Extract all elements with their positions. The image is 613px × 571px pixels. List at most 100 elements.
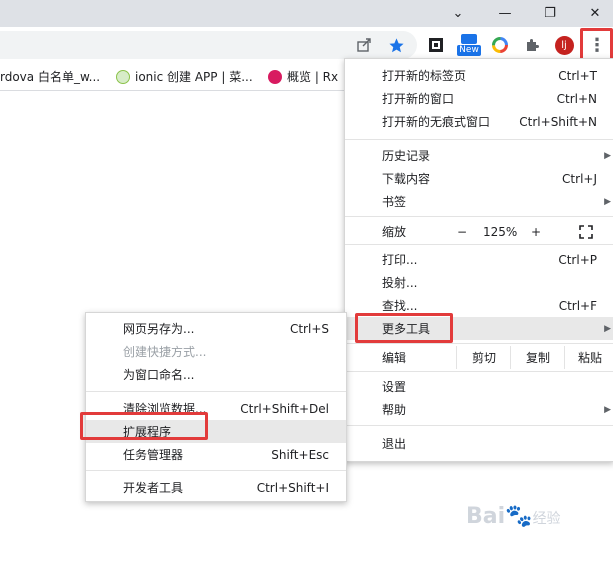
window-icon [461, 34, 477, 44]
ionic-icon [116, 69, 130, 84]
shortcut-text: Ctrl+Shift+I [256, 480, 329, 495]
rxjs-icon [268, 69, 282, 84]
submenu-arrow-icon: ▶ [604, 404, 611, 415]
bookmark-label: ionic 创建 APP | 菜... [135, 70, 253, 84]
menu-item-label: 打印... [382, 253, 418, 267]
minimize-icon: — [498, 6, 512, 21]
menu-item-new-tab[interactable]: 打开新的标签页 Ctrl+T [345, 64, 613, 87]
menu-item-label: 书签 [382, 195, 407, 209]
menu-item-bookmarks[interactable]: 书签 ▶ [345, 190, 613, 213]
menu-separator [345, 371, 613, 372]
menu-item-exit[interactable]: 退出 [345, 432, 613, 455]
menu-item-label: 开发者工具 [123, 481, 184, 495]
chevron-down-icon: ⌄ [452, 6, 464, 21]
menu-separator [86, 391, 346, 392]
menu-separator [345, 343, 613, 344]
submenu-item-save-page[interactable]: 网页另存为... Ctrl+S [86, 317, 346, 340]
watermark-text: Bai [466, 504, 506, 529]
copy-button[interactable]: 复制 [510, 346, 565, 369]
menu-separator [86, 470, 346, 471]
menu-separator [345, 244, 613, 245]
extensions-puzzle-icon[interactable] [522, 35, 542, 55]
menu-item-settings[interactable]: 设置 [345, 375, 613, 398]
menu-item-label: 下载内容 [382, 172, 431, 186]
shortcut-text: Ctrl+Shift+Del [240, 401, 329, 416]
bookmark-item[interactable]: ionic 创建 APP | 菜... [116, 68, 253, 85]
submenu-arrow-icon: ▶ [604, 196, 611, 207]
paw-icon: 🐾 [505, 504, 533, 529]
menu-item-label: 查找... [382, 299, 418, 313]
extension-new-icon[interactable]: New [456, 31, 482, 59]
menu-item-label: 编辑 [382, 351, 407, 365]
highlight-extensions [80, 412, 208, 440]
restore-icon: ❐ [544, 6, 556, 21]
menu-item-label: 打开新的窗口 [382, 92, 455, 106]
menu-item-label: 网页另存为... [123, 322, 195, 336]
paste-button[interactable]: 粘贴 [564, 346, 613, 369]
title-bar: ⌄ — ❐ ✕ [0, 0, 613, 27]
close-icon: ✕ [589, 6, 601, 21]
menu-separator [345, 425, 613, 426]
menu-item-label: 创建快捷方式... [123, 345, 207, 359]
submenu-item-dev-tools[interactable]: 开发者工具 Ctrl+Shift+I [86, 476, 346, 499]
shortcut-text: Ctrl+P [558, 252, 597, 267]
menu-item-edit: 编辑 剪切 复制 粘贴 [345, 346, 613, 369]
shortcut-text: Shift+Esc [271, 447, 329, 462]
menu-item-label: 退出 [382, 437, 407, 451]
menu-item-print[interactable]: 打印... Ctrl+P [345, 248, 613, 271]
menu-item-label: 任务管理器 [123, 448, 184, 462]
shortcut-text: Ctrl+J [562, 171, 597, 186]
star-icon[interactable] [386, 35, 406, 55]
tab-search-button[interactable]: ⌄ [438, 0, 478, 27]
bookmark-label: rdova 白名单_w... [0, 70, 101, 84]
menu-item-label: 设置 [382, 380, 407, 394]
menu-item-label: 帮助 [382, 403, 407, 417]
menu-item-incognito[interactable]: 打开新的无痕式窗口 Ctrl+Shift+N [345, 110, 613, 133]
avatar: lj [554, 35, 574, 55]
share-icon[interactable] [354, 35, 374, 55]
address-bar[interactable] [0, 31, 417, 59]
shortcut-text: Ctrl+F [558, 298, 597, 313]
extension-color-ring-icon[interactable] [490, 35, 510, 55]
chrome-main-menu: 打开新的标签页 Ctrl+T 打开新的窗口 Ctrl+N 打开新的无痕式窗口 Ctrl… [344, 58, 613, 462]
submenu-item-create-shortcut: 创建快捷方式... [86, 340, 346, 363]
submenu-arrow-icon: ▶ [604, 323, 611, 334]
submenu-arrow-icon: ▶ [604, 150, 611, 161]
highlight-more-tools [355, 313, 453, 343]
zoom-out-button[interactable]: − [457, 225, 467, 239]
new-badge: New [457, 45, 481, 56]
bookmark-item[interactable]: rdova 白名单_w... [0, 68, 100, 85]
shortcut-text: Ctrl+S [289, 321, 329, 336]
menu-item-history[interactable]: 历史记录 ▶ [345, 144, 613, 167]
more-tools-submenu: 网页另存为... Ctrl+S 创建快捷方式... 为窗口命名... 清除浏览数据… [85, 312, 347, 502]
watermark-suffix: 经验 [532, 511, 561, 527]
extension-qr-icon[interactable] [426, 35, 446, 55]
shortcut-text: Ctrl+Shift+N [519, 114, 597, 129]
minimize-button[interactable]: — [485, 0, 525, 27]
menu-item-downloads[interactable]: 下载内容 Ctrl+J [345, 167, 613, 190]
restore-button[interactable]: ❐ [530, 0, 570, 27]
baidu-watermark: Bai🐾经验 [466, 504, 561, 529]
menu-item-label: 缩放 [382, 225, 407, 239]
submenu-item-task-manager[interactable]: 任务管理器 Shift+Esc [86, 443, 346, 466]
menu-item-label: 投射... [382, 276, 418, 290]
menu-separator [345, 139, 613, 140]
menu-item-cast[interactable]: 投射... [345, 271, 613, 294]
menu-item-label: 历史记录 [382, 149, 431, 163]
toolbar: New lj ⋮ [0, 27, 613, 62]
menu-item-help[interactable]: 帮助 ▶ [345, 398, 613, 421]
bookmark-item[interactable]: 概览 | Rx [268, 68, 338, 85]
zoom-in-button[interactable]: + [531, 225, 541, 239]
shortcut-text: Ctrl+N [556, 91, 597, 106]
menu-item-zoom: 缩放 − 125% + [345, 219, 613, 244]
submenu-item-name-window[interactable]: 为窗口命名... [86, 363, 346, 386]
cut-button[interactable]: 剪切 [456, 346, 511, 369]
menu-item-label: 打开新的无痕式窗口 [382, 115, 491, 129]
menu-item-new-window[interactable]: 打开新的窗口 Ctrl+N [345, 87, 613, 110]
profile-avatar[interactable]: lj [554, 35, 574, 55]
close-window-button[interactable]: ✕ [575, 0, 613, 27]
bookmark-label: 概览 | Rx [287, 70, 339, 84]
menu-separator [345, 216, 613, 217]
fullscreen-icon[interactable] [579, 224, 593, 239]
zoom-level: 125% [483, 224, 518, 239]
